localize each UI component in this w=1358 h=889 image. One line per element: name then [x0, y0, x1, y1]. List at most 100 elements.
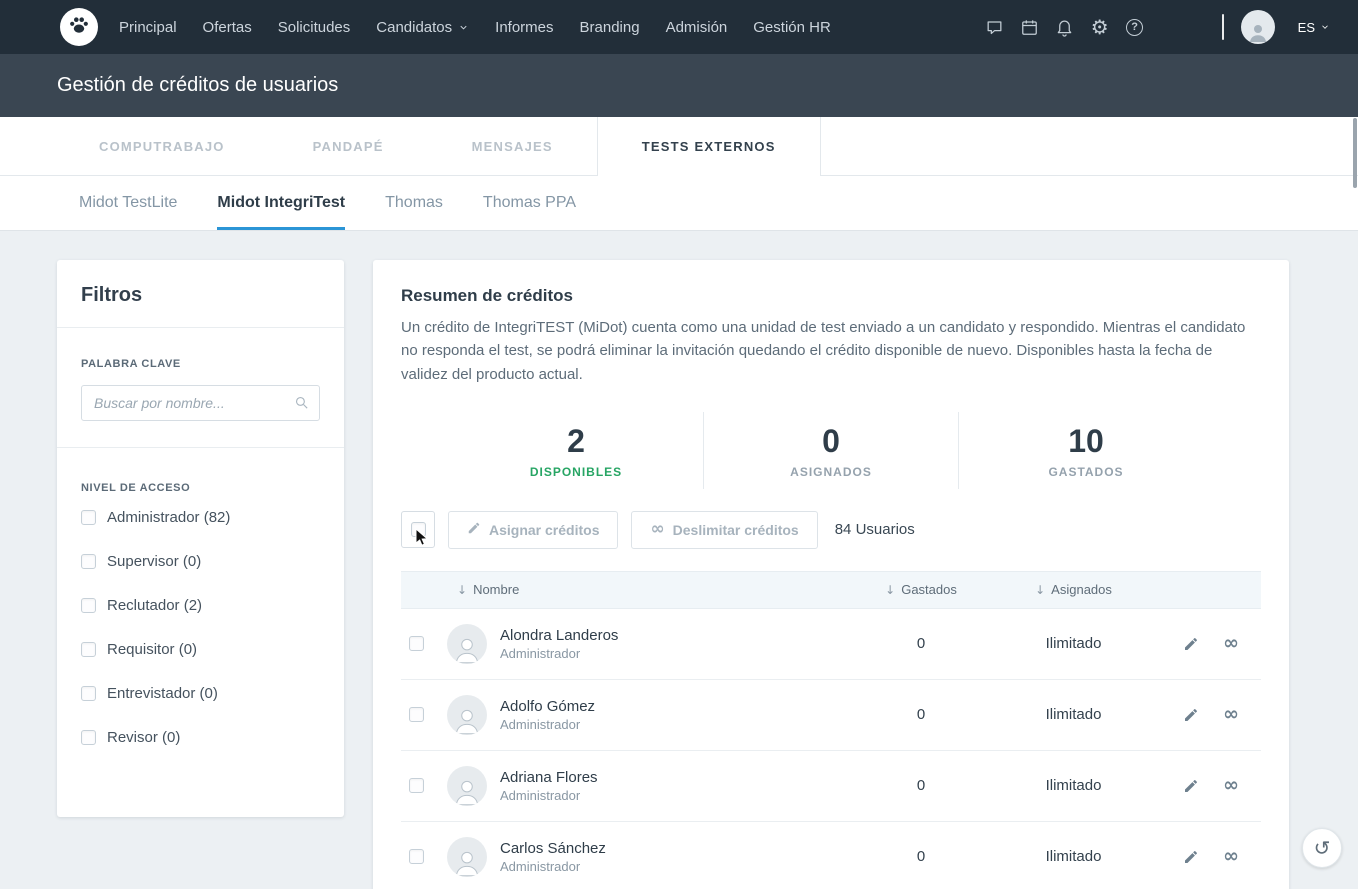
- chat-icon[interactable]: [985, 17, 1005, 37]
- row-checkbox[interactable]: [409, 778, 424, 794]
- sort-desc-icon: ↓: [457, 582, 468, 597]
- checkbox[interactable]: [81, 510, 96, 525]
- user-role: Administrador: [500, 716, 581, 732]
- filters-title: Filtros: [57, 260, 344, 328]
- nav-item[interactable]: Solicitudes: [265, 0, 364, 54]
- table-toolbar: Asignar créditos ∞ Deslimitar créditos 8…: [401, 510, 1261, 549]
- row-checkbox[interactable]: [409, 849, 424, 865]
- unlimit-credits-icon[interactable]: ∞: [1223, 705, 1239, 724]
- select-all-checkbox[interactable]: [410, 522, 426, 538]
- assign-credits-button[interactable]: Asignar créditos: [448, 510, 619, 549]
- users-table: ↓ Nombre ↓ Gastados ↓ Asignados Alondra …: [401, 570, 1261, 889]
- tab[interactable]: PANDAPÉ: [269, 117, 428, 176]
- spent-cell: 0: [916, 635, 926, 653]
- row-actions: ∞: [1161, 634, 1261, 653]
- edit-credits-icon[interactable]: [1183, 636, 1199, 652]
- subtab[interactable]: Thomas PPA: [483, 176, 576, 230]
- user-cell: Carlos Sánchez Administrador: [447, 836, 856, 877]
- sort-header-spent[interactable]: ↓ Gastados: [856, 582, 986, 597]
- nav-item[interactable]: Branding: [567, 0, 653, 54]
- stat-value: 2: [567, 422, 585, 459]
- summary-title: Resumen de créditos: [401, 286, 573, 305]
- nav-item-label: Candidatos: [376, 18, 453, 36]
- credits-panel: Resumen de créditos Un crédito de Integr…: [373, 260, 1289, 889]
- assigned-cell: Ilimitado: [1045, 635, 1102, 653]
- table-row: Alondra Landeros Administrador 0 Ilimita…: [401, 609, 1261, 680]
- checkbox[interactable]: [81, 686, 96, 701]
- unlimit-credits-icon[interactable]: ∞: [1223, 776, 1239, 795]
- nav-item[interactable]: Ofertas: [190, 0, 265, 54]
- scrollbar-thumb[interactable]: [1353, 118, 1357, 188]
- checkbox[interactable]: [81, 554, 96, 569]
- checkbox[interactable]: [81, 642, 96, 657]
- history-button[interactable]: ↺: [1302, 828, 1342, 868]
- stat-label: DISPONIBLES: [529, 464, 623, 479]
- edit-credits-icon[interactable]: [1183, 778, 1199, 794]
- gear-icon[interactable]: ⚙: [1090, 17, 1110, 37]
- checkbox[interactable]: [81, 730, 96, 745]
- subtab-label: Midot IntegriTest: [217, 194, 346, 211]
- subtab[interactable]: Midot TestLite: [79, 176, 177, 230]
- tab[interactable]: TESTS EXTERNOS: [596, 117, 821, 176]
- tab[interactable]: COMPUTRABAJO: [55, 117, 269, 176]
- table-row: Adriana Flores Administrador 0 Ilimitado…: [401, 751, 1261, 822]
- sort-header-name[interactable]: ↓ Nombre: [447, 582, 856, 597]
- page-header: Gestión de créditos de usuarios: [0, 54, 1358, 117]
- tab-label: TESTS EXTERNOS: [641, 139, 776, 154]
- unlimit-credits-button[interactable]: ∞ Deslimitar créditos: [631, 510, 818, 549]
- table-row: Adolfo Gómez Administrador 0 Ilimitado ∞: [401, 680, 1261, 751]
- users-count: 84 Usuarios: [834, 521, 915, 539]
- row-checkbox[interactable]: [409, 707, 424, 723]
- filter-option-label: Supervisor (0): [107, 553, 202, 570]
- checkbox[interactable]: [81, 598, 96, 613]
- nav-item-label: Solicitudes: [277, 18, 351, 36]
- filter-option-label: Entrevistador (0): [107, 685, 218, 702]
- user-avatar: [447, 836, 487, 877]
- row-checkbox[interactable]: [409, 636, 424, 652]
- filter-option-label: Reclutador (2): [107, 597, 203, 614]
- user-role: Administrador: [500, 787, 581, 803]
- nav-item[interactable]: Informes: [482, 0, 566, 54]
- language-selector[interactable]: ES: [1298, 20, 1330, 35]
- unlimit-credits-icon[interactable]: ∞: [1223, 634, 1239, 653]
- nav-item[interactable]: Principal: [106, 0, 190, 54]
- assigned-cell: Ilimitado: [1045, 706, 1102, 724]
- filter-option[interactable]: Entrevistador (0): [81, 685, 320, 702]
- unlimit-credits-icon[interactable]: ∞: [1223, 847, 1239, 866]
- filter-option-label: Requisitor (0): [107, 641, 198, 658]
- table-header-row: ↓ Nombre ↓ Gastados ↓ Asignados: [401, 570, 1261, 609]
- help-icon[interactable]: ?: [1125, 17, 1145, 37]
- edit-credits-icon[interactable]: [1183, 849, 1199, 865]
- subtab[interactable]: Thomas: [385, 176, 443, 230]
- app-logo[interactable]: [60, 8, 98, 46]
- subtab[interactable]: Midot IntegriTest: [217, 176, 346, 230]
- nav-item-label: Principal: [119, 18, 177, 36]
- table-body: Alondra Landeros Administrador 0 Ilimita…: [401, 609, 1261, 889]
- nav-item[interactable]: Admisión: [653, 0, 741, 54]
- sort-header-assigned[interactable]: ↓ Asignados: [986, 582, 1161, 597]
- search-input[interactable]: [81, 385, 320, 421]
- select-all-box[interactable]: [401, 511, 435, 549]
- nav-item-label: Gestión HR: [753, 18, 831, 36]
- access-level-section: NIVEL DE ACCESO Administrador (82) Super…: [57, 448, 344, 799]
- nav-item[interactable]: Gestión HR: [740, 0, 844, 54]
- row-checkbox-cell: [401, 707, 447, 723]
- filter-option[interactable]: Revisor (0): [81, 729, 320, 746]
- filter-option[interactable]: Reclutador (2): [81, 597, 320, 614]
- filter-option[interactable]: Administrador (82): [81, 509, 320, 526]
- user-avatar[interactable]: [1240, 10, 1275, 44]
- stat-value: 0: [822, 422, 840, 459]
- filter-option-label: Revisor (0): [107, 729, 181, 746]
- filter-option[interactable]: Supervisor (0): [81, 553, 320, 570]
- filter-option[interactable]: Requisitor (0): [81, 641, 320, 658]
- nav-item[interactable]: Candidatos: [363, 0, 482, 54]
- language-label: ES: [1297, 19, 1315, 35]
- tab[interactable]: MENSAJES: [428, 117, 597, 176]
- row-actions: ∞: [1161, 776, 1261, 795]
- calendar-icon[interactable]: [1020, 17, 1040, 37]
- header-name-label: Nombre: [473, 582, 520, 598]
- credit-stats: 2 DISPONIBLES 0 ASIGNADOS 10 GASTADOS: [449, 411, 1213, 489]
- edit-credits-icon[interactable]: [1183, 707, 1199, 723]
- content-area: Filtros PALABRA CLAVE NIVEL DE ACCESO Ad…: [0, 231, 1358, 889]
- bell-icon[interactable]: [1055, 17, 1075, 37]
